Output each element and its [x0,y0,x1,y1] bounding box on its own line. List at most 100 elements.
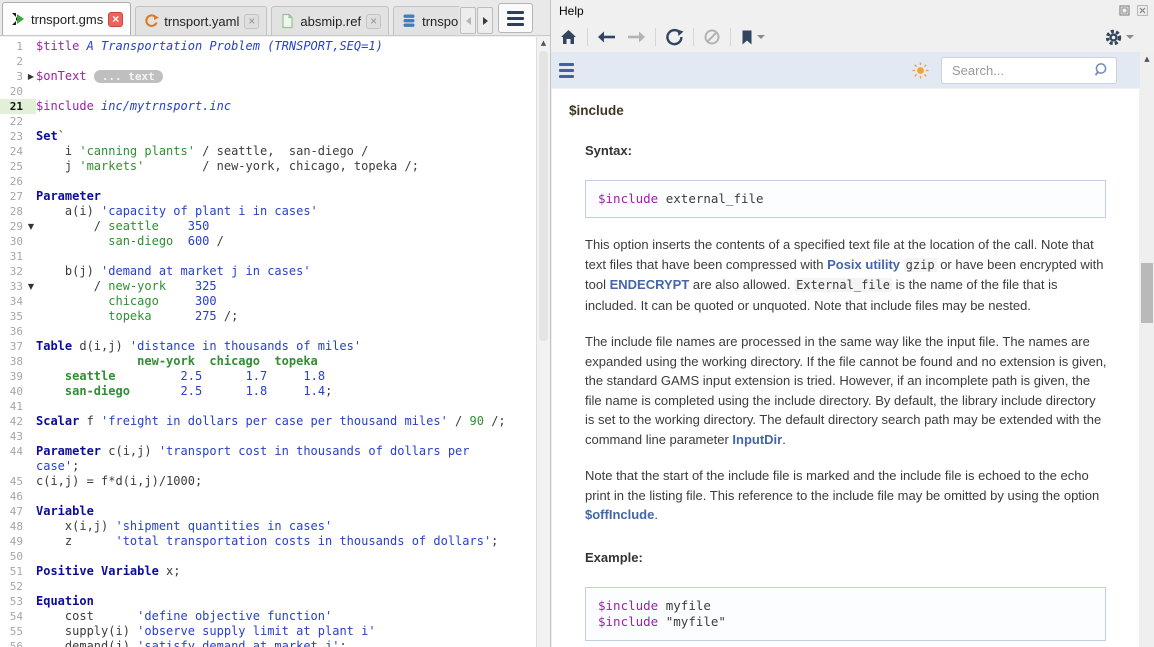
line-number: 30 [0,234,26,249]
code-line[interactable]: 26 [0,174,536,189]
hamburger-icon [559,63,574,66]
code-line[interactable]: 47Variable [0,504,536,519]
code-line[interactable]: 1$title A Transportation Problem (TRNSPO… [0,39,536,54]
code-line[interactable]: case'; [0,459,536,474]
code-line[interactable]: 22 [0,114,536,129]
code-line[interactable]: 34 chicago 300 [0,294,536,309]
line-number: 1 [0,39,26,54]
tab-close-icon[interactable]: × [108,12,123,27]
sun-icon[interactable] [912,62,929,84]
scroll-up-icon[interactable]: ▲ [537,37,550,49]
help-panel-title: Help [559,4,584,18]
home-button[interactable] [559,28,578,46]
code-line[interactable]: 30 san-diego 600 / [0,234,536,249]
code-line[interactable]: 43 [0,429,536,444]
code-line[interactable]: 23Set` [0,129,536,144]
tab-trnsport-gdx[interactable]: trnsport. [393,6,459,35]
code-line[interactable]: 29▼ / seattle 350 [0,219,536,234]
tab-trnsport-gms[interactable]: trnsport.gms × [2,2,131,35]
code-line[interactable]: 54 cost 'define objective function' [0,609,536,624]
code-line[interactable]: 50 [0,549,536,564]
code-line[interactable]: 31 [0,249,536,264]
code-line[interactable]: 21$include inc/mytrnsport.inc [0,99,536,114]
code-line[interactable]: 39 seattle 2.5 1.7 1.8 [0,369,536,384]
code-line[interactable]: 28 a(i) 'capacity of plant i in cases' [0,204,536,219]
code-line[interactable]: 37Table d(i,j) 'distance in thousands of… [0,339,536,354]
code-line[interactable]: 48 x(i,j) 'shipment quantities in cases' [0,519,536,534]
code-line[interactable]: 41 [0,399,536,414]
tab-scroll-right-button[interactable] [477,7,493,34]
float-panel-icon[interactable] [1117,4,1131,17]
line-number: 44 [0,444,26,459]
scroll-up-icon[interactable]: ▲ [1140,53,1154,65]
code-line[interactable]: 44Parameter c(i,j) 'transport cost in th… [0,444,536,459]
tab-close-icon[interactable]: × [244,14,259,29]
line-number: 24 [0,144,26,159]
help-link[interactable]: InputDir [732,432,782,447]
code-line[interactable]: 35 topeka 275 /; [0,309,536,324]
line-number: 56 [0,639,26,647]
line-number: 46 [0,489,26,504]
line-number: 33 [0,279,26,294]
tab-trnsport-yaml[interactable]: trnsport.yaml × [135,6,267,35]
close-panel-icon[interactable] [1135,4,1149,17]
tab-bar: trnsport.gms × trnsport.yaml × absmip.re… [0,0,550,36]
code-line[interactable]: 42Scalar f 'freight in dollars per case … [0,414,536,429]
forward-button[interactable] [626,29,646,45]
bookmark-button[interactable] [740,29,765,46]
gear-button[interactable] [1104,28,1134,47]
line-number: 55 [0,624,26,639]
code-line[interactable]: 40 san-diego 2.5 1.8 1.4; [0,384,536,399]
help-scrollbar-thumb[interactable] [1141,263,1153,323]
chevron-down-icon [757,35,765,39]
tab-list-menu-button[interactable] [498,3,533,33]
code-line[interactable]: 24 i 'canning plants' / seattle, san-die… [0,144,536,159]
reload-button[interactable] [665,28,684,46]
code-line[interactable]: 51Positive Variable x; [0,564,536,579]
help-paragraph: Note that the start of the include file … [585,466,1108,525]
chevron-down-icon [1126,35,1134,39]
code-line[interactable]: 20 [0,84,536,99]
code-line[interactable]: 33▼ / new-york 325 [0,279,536,294]
line-number: 3 [0,69,26,84]
tab-close-icon[interactable]: × [366,14,381,29]
search-input[interactable] [941,57,1117,84]
toc-hamburger-button[interactable] [559,63,574,78]
help-scrollbar[interactable]: ▲ [1140,53,1154,647]
code-line[interactable]: 2 [0,54,536,69]
code-line[interactable]: 36 [0,324,536,339]
code-line[interactable]: 45c(i,j) = f*d(i,j)/1000; [0,474,536,489]
code-line[interactable]: 38 new-york chicago topeka [0,354,536,369]
fold-collapsed-icon[interactable]: ▶ [26,69,36,84]
help-link[interactable]: $offInclude [585,507,654,522]
code-lines: 1$title A Transportation Problem (TRNSPO… [0,39,536,647]
code-line[interactable]: 32 b(j) 'demand at market j in cases' [0,264,536,279]
editor-scrollbar[interactable]: ▲ [536,37,550,647]
help-toolbar [551,22,1154,52]
help-link[interactable]: ENDECRYPT [610,277,690,292]
chevron-right-icon [483,17,488,25]
line-number: 35 [0,309,26,324]
back-button[interactable] [597,29,617,45]
code-line[interactable]: 52 [0,579,536,594]
editor-scrollbar-thumb[interactable] [539,51,548,341]
code-line[interactable]: 55 supply(i) 'observe supply limit at pl… [0,624,536,639]
code-line[interactable]: 56 demand(j) 'satisfy demand at market j… [0,639,536,647]
example-code-block: $include myfile$include "myfile" [585,587,1106,641]
code-editor[interactable]: 1$title A Transportation Problem (TRNSPO… [0,37,536,647]
help-link[interactable]: Posix utility [827,257,900,272]
tab-scroll-left-button[interactable] [460,7,476,34]
line-number: 49 [0,534,26,549]
stop-icon[interactable] [703,28,721,46]
line-number: 37 [0,339,26,354]
code-line[interactable]: 25 j 'markets' / new-york, chicago, tope… [0,159,536,174]
fold-expanded-icon[interactable]: ▼ [26,279,36,294]
code-line[interactable]: 3▶$onText ... text [0,69,536,84]
tab-absmip-ref[interactable]: absmip.ref × [271,6,389,35]
fold-expanded-icon[interactable]: ▼ [26,219,36,234]
code-line[interactable]: 46 [0,489,536,504]
code-line[interactable]: 53Equation [0,594,536,609]
code-line[interactable]: 49 z 'total transportation costs in thou… [0,534,536,549]
line-number: 45 [0,474,26,489]
code-line[interactable]: 27Parameter [0,189,536,204]
